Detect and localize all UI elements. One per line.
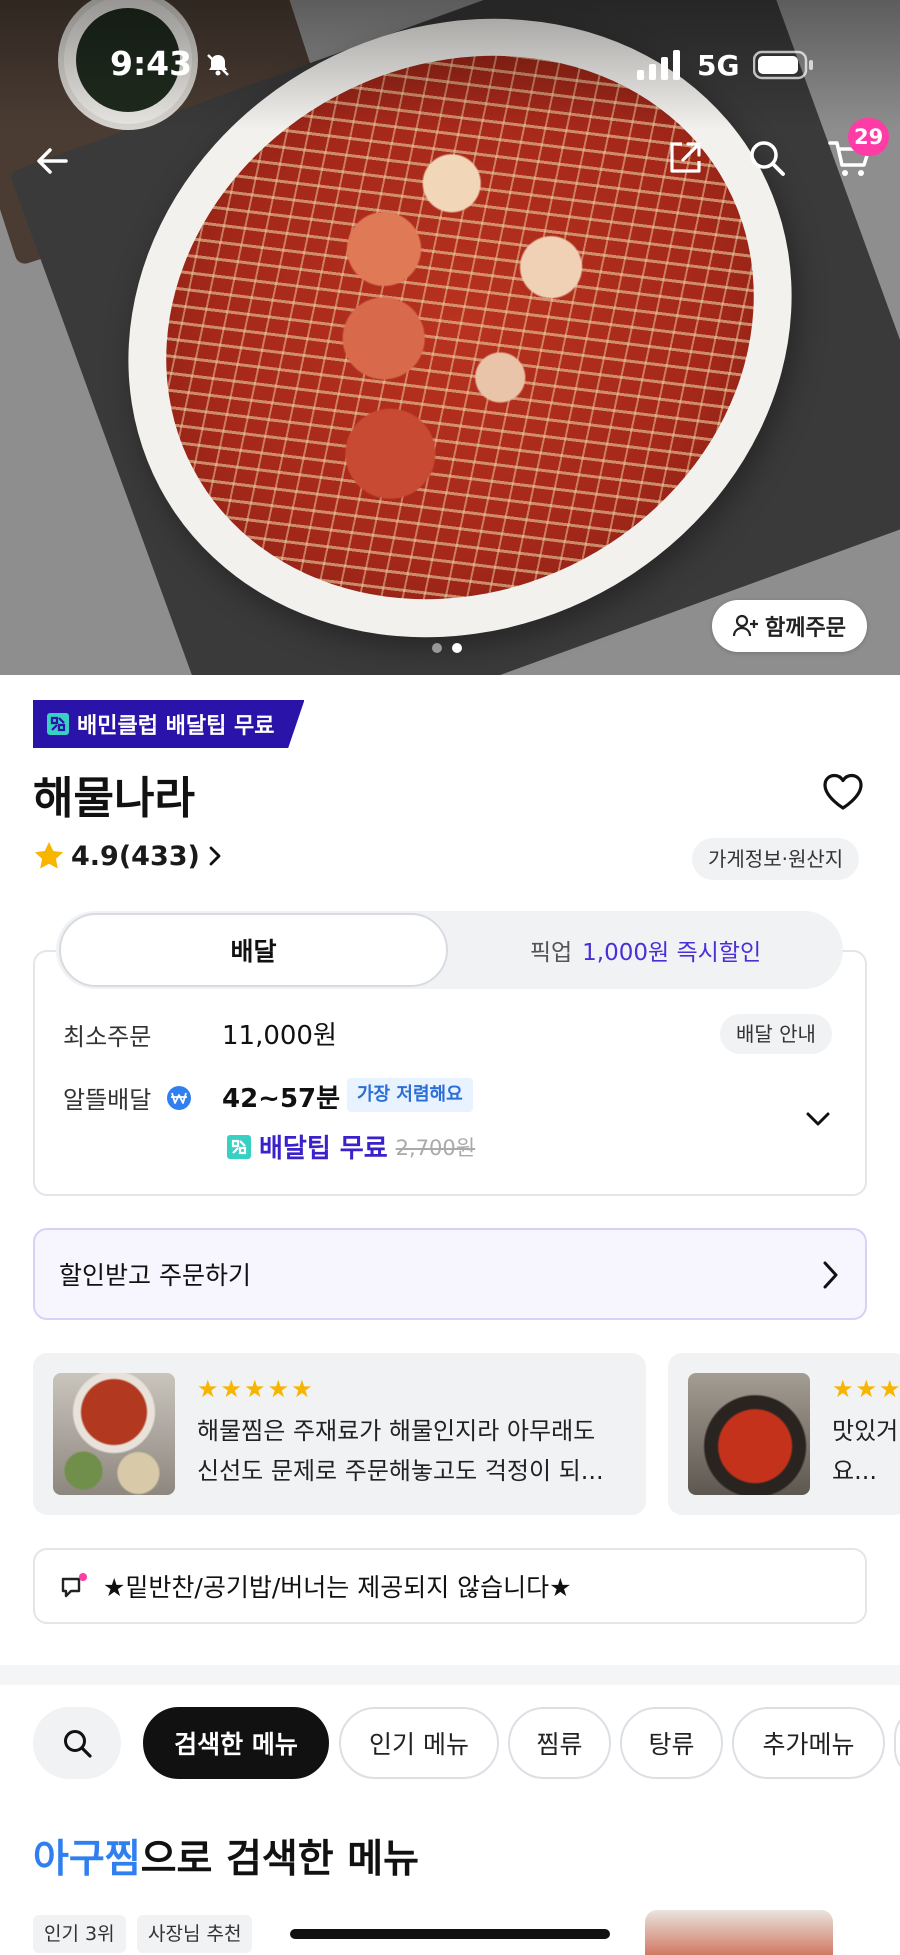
review-photo — [53, 1373, 175, 1495]
popular-rank-tag: 인기 3위 — [33, 1915, 126, 1953]
section-heading: 아구찜으로 검색한 메뉴 — [33, 1828, 419, 1884]
group-order-label: 함께주문 — [765, 616, 846, 641]
menu-chip-jjim[interactable]: 찜류 — [508, 1707, 611, 1779]
delivery-type-label: 알뜰배달 — [63, 1086, 152, 1114]
tip-original-price: 2,700원 — [395, 1135, 476, 1160]
search-icon — [750, 141, 785, 176]
pickup-promo: 1,000원 즉시할인 — [582, 940, 762, 966]
baemin-club-badge: 배민클럽 배달팁 무료 — [33, 700, 305, 748]
club-badge-label: 배민클럽 배달팁 무료 — [77, 714, 275, 739]
megaphone-icon — [61, 1573, 87, 1598]
search-keyword: 아구찜 — [33, 1837, 141, 1882]
signal-icon — [637, 50, 680, 80]
min-order-value: 11,000원 — [222, 1021, 337, 1051]
home-indicator — [290, 1929, 610, 1939]
chevron-right-icon — [209, 846, 221, 866]
star-icon — [35, 842, 63, 869]
share-button[interactable] — [660, 132, 710, 184]
review-stars: ★★★★★ — [197, 1375, 315, 1403]
menu-item-photo[interactable] — [645, 1910, 833, 1955]
favorite-button[interactable] — [817, 768, 869, 816]
owner-pick-tag: 사장님 추천 — [137, 1915, 253, 1953]
cart-count-badge: 29 — [848, 118, 890, 156]
status-time: 9:43 — [110, 44, 193, 83]
arrow-left-icon — [37, 148, 68, 174]
notice-text: ★밑반찬/공기밥/버너는 제공되지 않습니다★ — [103, 1573, 572, 1602]
review-line-1: 맛있거 — [832, 1417, 899, 1445]
heart-icon — [823, 773, 863, 810]
delivery-time: 42~57분 — [222, 1084, 341, 1114]
rating-value: 4.9(433) — [71, 840, 200, 872]
chevron-down-icon[interactable] — [800, 1105, 836, 1135]
review-text: 맛있거 요... — [832, 1411, 898, 1491]
section-heading-rest: 으로 검색한 메뉴 — [140, 1837, 419, 1882]
share-icon — [670, 142, 701, 173]
store-name: 해물나라 — [33, 773, 195, 824]
store-page: { "status_bar": {"time": "9:43", "networ… — [0, 0, 900, 1955]
discount-order-button[interactable]: 할인받고 주문하기 — [33, 1228, 867, 1320]
menu-chip-more[interactable] — [894, 1707, 900, 1779]
carousel-dot — [432, 643, 442, 653]
review-card[interactable]: ★★★ 맛있거 요... — [668, 1353, 900, 1515]
cheapest-tag: 가장 저렴해요 — [347, 1078, 473, 1112]
menu-search-button[interactable] — [33, 1707, 121, 1779]
group-order-button[interactable]: 함께주문 — [712, 600, 867, 652]
won-coin-icon — [167, 1086, 191, 1110]
tip-free-label: 배달팁 무료 — [259, 1134, 388, 1164]
menu-chip-extra[interactable]: 추가메뉴 — [732, 1707, 885, 1779]
review-text: 해물찜은 주재료가 해물인지라 아무래도 신선도 문제로 주문해놓고도 걱정이 … — [197, 1411, 604, 1491]
review-card[interactable]: ★★★★★ 해물찜은 주재료가 해물인지라 아무래도 신선도 문제로 주문해놓고… — [33, 1353, 646, 1515]
review-line-2: 요... — [832, 1457, 877, 1485]
club-tip-icon — [227, 1134, 251, 1159]
menu-chip-tang[interactable]: 탕류 — [620, 1707, 723, 1779]
search-icon — [64, 1730, 92, 1758]
bell-mute-icon — [207, 54, 229, 76]
delivery-guide-button[interactable]: 배달 안내 — [720, 1014, 832, 1054]
rating-link[interactable]: 4.9(433) — [33, 840, 224, 872]
club-logo-icon — [47, 713, 69, 735]
tab-pickup-label: 픽업 — [529, 940, 573, 966]
network-label: 5G — [697, 49, 740, 82]
review-stars: ★★★ — [832, 1375, 900, 1403]
tab-delivery-label: 배달 — [230, 937, 277, 966]
store-info-button[interactable]: 가게정보·원산지 — [692, 838, 860, 880]
store-notice[interactable]: ★밑반찬/공기밥/버너는 제공되지 않습니다★ — [33, 1548, 867, 1624]
back-button[interactable] — [22, 135, 82, 187]
min-order-label: 최소주문 — [63, 1023, 152, 1051]
tab-delivery[interactable]: 배달 — [59, 913, 448, 987]
hero-food-photo[interactable] — [0, 0, 900, 675]
carousel-dot-active — [452, 643, 462, 653]
chevron-right-icon — [823, 1261, 838, 1289]
menu-chip-popular[interactable]: 인기 메뉴 — [339, 1707, 499, 1779]
battery-icon — [753, 50, 813, 80]
review-photo — [688, 1373, 810, 1495]
section-divider — [0, 1665, 900, 1685]
discount-order-label: 할인받고 주문하기 — [59, 1261, 251, 1290]
delivery-tip-line: 배달팁 무료 2,700원 — [227, 1128, 475, 1165]
menu-chip-searched[interactable]: 검색한 메뉴 — [143, 1707, 329, 1779]
review-line-1: 해물찜은 주재료가 해물인지라 아무래도 — [197, 1417, 596, 1445]
add-person-icon — [733, 614, 759, 637]
search-button[interactable] — [742, 132, 792, 184]
carousel-dots — [432, 643, 462, 653]
review-line-2: 신선도 문제로 주문해놓고도 걱정이 되... — [197, 1457, 604, 1485]
tab-pickup[interactable]: 픽업 1,000원 즉시할인 — [448, 913, 843, 987]
